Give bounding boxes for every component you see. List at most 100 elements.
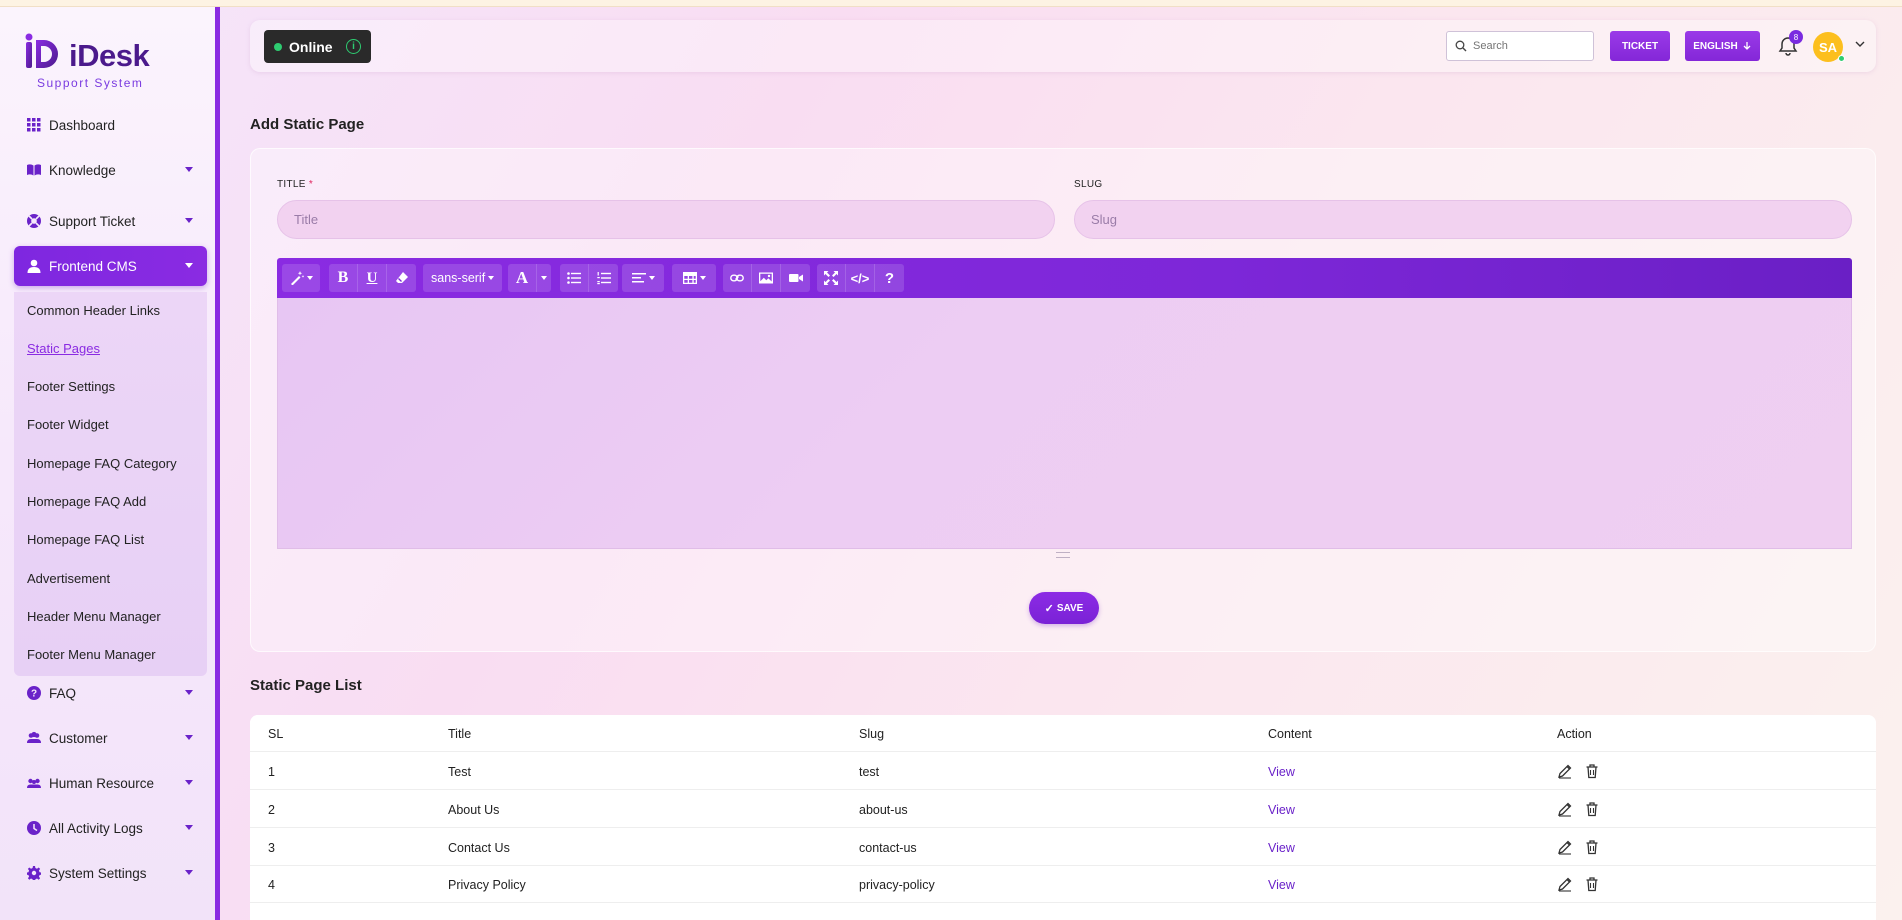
- search-input[interactable]: [1473, 40, 1583, 52]
- toolbar-insert-group: [723, 264, 810, 292]
- bullet-list-icon[interactable]: [560, 264, 589, 292]
- sidebar-item-dashboard[interactable]: Dashboard: [14, 105, 207, 145]
- top-header: Online i TICKET ENGLISH 8 SA: [250, 20, 1876, 72]
- sidebar-item-label: Frontend CMS: [49, 258, 137, 274]
- edit-icon[interactable]: [1557, 839, 1573, 855]
- trash-icon[interactable]: [1584, 876, 1600, 892]
- cell-title: About Us: [448, 803, 500, 817]
- submenu-homepage-faq-add[interactable]: Homepage FAQ Add: [27, 494, 146, 509]
- app-logo[interactable]: iDesk Support System: [22, 30, 202, 90]
- logo-subtitle: Support System: [37, 76, 144, 90]
- font-family-value: sans-serif: [431, 271, 486, 285]
- video-icon[interactable]: [781, 264, 810, 292]
- chevron-down-icon: [185, 735, 193, 740]
- search-box[interactable]: [1446, 31, 1594, 61]
- cell-title: Privacy Policy: [448, 878, 526, 892]
- grid-icon: [27, 118, 41, 132]
- cell-title: Test: [448, 765, 471, 779]
- eraser-icon[interactable]: [387, 264, 416, 292]
- chevron-down-icon[interactable]: [537, 264, 551, 292]
- fullscreen-icon[interactable]: [817, 264, 846, 292]
- font-family-select[interactable]: sans-serif: [423, 264, 502, 292]
- save-button[interactable]: ✓ SAVE: [1029, 592, 1099, 624]
- submenu-homepage-faq-list[interactable]: Homepage FAQ List: [27, 532, 144, 547]
- trash-icon[interactable]: [1584, 801, 1600, 817]
- people-icon: [27, 776, 41, 790]
- static-page-list-title: Static Page List: [250, 677, 362, 694]
- check-icon: ✓: [1044, 602, 1054, 615]
- cell-slug: test: [859, 765, 880, 779]
- submenu-advertisement[interactable]: Advertisement: [27, 571, 110, 586]
- trash-icon[interactable]: [1584, 763, 1600, 779]
- info-icon[interactable]: i: [346, 39, 361, 54]
- code-view-icon[interactable]: </>: [846, 264, 875, 292]
- sidebar-item-faq[interactable]: ? FAQ: [14, 673, 207, 713]
- slug-input[interactable]: [1074, 200, 1852, 239]
- editor-resize-handle[interactable]: [1056, 552, 1070, 558]
- row-actions: [1557, 876, 1608, 892]
- cell-sl: 4: [268, 878, 275, 892]
- table-row: 3 Contact Us contact-us View: [250, 829, 1876, 866]
- logo-text: iDesk: [69, 38, 150, 73]
- edit-icon[interactable]: [1557, 801, 1573, 817]
- status-label: Online: [289, 38, 333, 55]
- sidebar-item-frontend-cms[interactable]: Frontend CMS: [14, 246, 207, 286]
- editor-content-area[interactable]: [277, 298, 1852, 549]
- editor-toolbar: B U sans-serif A </> ?: [277, 258, 1852, 298]
- column-header-action: Action: [1557, 727, 1592, 741]
- trash-icon[interactable]: [1584, 839, 1600, 855]
- cell-slug: privacy-policy: [859, 878, 935, 892]
- chevron-down-icon[interactable]: [1854, 38, 1866, 50]
- numbered-list-icon[interactable]: [589, 264, 618, 292]
- title-input[interactable]: [277, 200, 1055, 239]
- table-row-partial: [250, 904, 1876, 920]
- cell-slug: about-us: [859, 803, 908, 817]
- cell-title: Contact Us: [448, 841, 510, 855]
- add-static-page-title: Add Static Page: [250, 116, 365, 133]
- view-link[interactable]: View: [1268, 765, 1295, 779]
- view-link[interactable]: View: [1268, 878, 1295, 892]
- view-link[interactable]: View: [1268, 841, 1295, 855]
- chevron-down-icon: [185, 825, 193, 830]
- sidebar-item-label: Human Resource: [49, 775, 155, 791]
- image-icon[interactable]: [752, 264, 781, 292]
- help-icon[interactable]: ?: [875, 264, 904, 292]
- sidebar-item-human-resource[interactable]: Human Resource: [14, 763, 207, 803]
- chevron-down-icon: [185, 690, 193, 695]
- status-toggle[interactable]: Online i: [264, 30, 371, 63]
- edit-icon[interactable]: [1557, 876, 1573, 892]
- submenu-static-pages[interactable]: Static Pages: [27, 341, 100, 356]
- sidebar-item-knowledge[interactable]: Knowledge: [14, 150, 207, 190]
- sidebar-item-system-settings[interactable]: System Settings: [14, 853, 207, 893]
- sidebar-item-customer[interactable]: Customer: [14, 718, 207, 758]
- font-color-icon[interactable]: A: [508, 264, 537, 292]
- chevron-down-icon: [185, 218, 193, 223]
- submenu-footer-widget[interactable]: Footer Widget: [27, 417, 109, 432]
- toolbar-style-group: [282, 264, 320, 292]
- add-static-page-card: TITLE * SLUG B U sans-serif A: [250, 148, 1876, 652]
- magic-wand-icon[interactable]: [282, 264, 320, 292]
- edit-icon[interactable]: [1557, 763, 1573, 779]
- align-left-icon[interactable]: [622, 264, 664, 292]
- bold-icon[interactable]: B: [329, 264, 358, 292]
- toolbar-color-group: A: [508, 264, 551, 292]
- required-mark: *: [308, 179, 314, 190]
- table-icon[interactable]: [672, 264, 716, 292]
- cell-sl: 2: [268, 803, 275, 817]
- language-button[interactable]: ENGLISH: [1685, 31, 1760, 61]
- avatar-online-dot: [1838, 55, 1845, 62]
- submenu-footer-settings[interactable]: Footer Settings: [27, 379, 115, 394]
- column-header-sl: SL: [268, 727, 284, 741]
- ticket-button[interactable]: TICKET: [1610, 31, 1670, 61]
- submenu-header-menu-manager[interactable]: Header Menu Manager: [27, 609, 161, 624]
- sidebar-item-label: System Settings: [49, 865, 147, 881]
- table-row: 1 Test test View: [250, 753, 1876, 790]
- underline-icon[interactable]: U: [358, 264, 387, 292]
- submenu-common-header-links[interactable]: Common Header Links: [27, 303, 160, 318]
- submenu-homepage-faq-category[interactable]: Homepage FAQ Category: [27, 456, 177, 471]
- view-link[interactable]: View: [1268, 803, 1295, 817]
- link-icon[interactable]: [723, 264, 752, 292]
- submenu-footer-menu-manager[interactable]: Footer Menu Manager: [27, 647, 156, 662]
- sidebar-item-support-ticket[interactable]: Support Ticket: [14, 201, 207, 241]
- sidebar-item-all-activity-logs[interactable]: All Activity Logs: [14, 808, 207, 848]
